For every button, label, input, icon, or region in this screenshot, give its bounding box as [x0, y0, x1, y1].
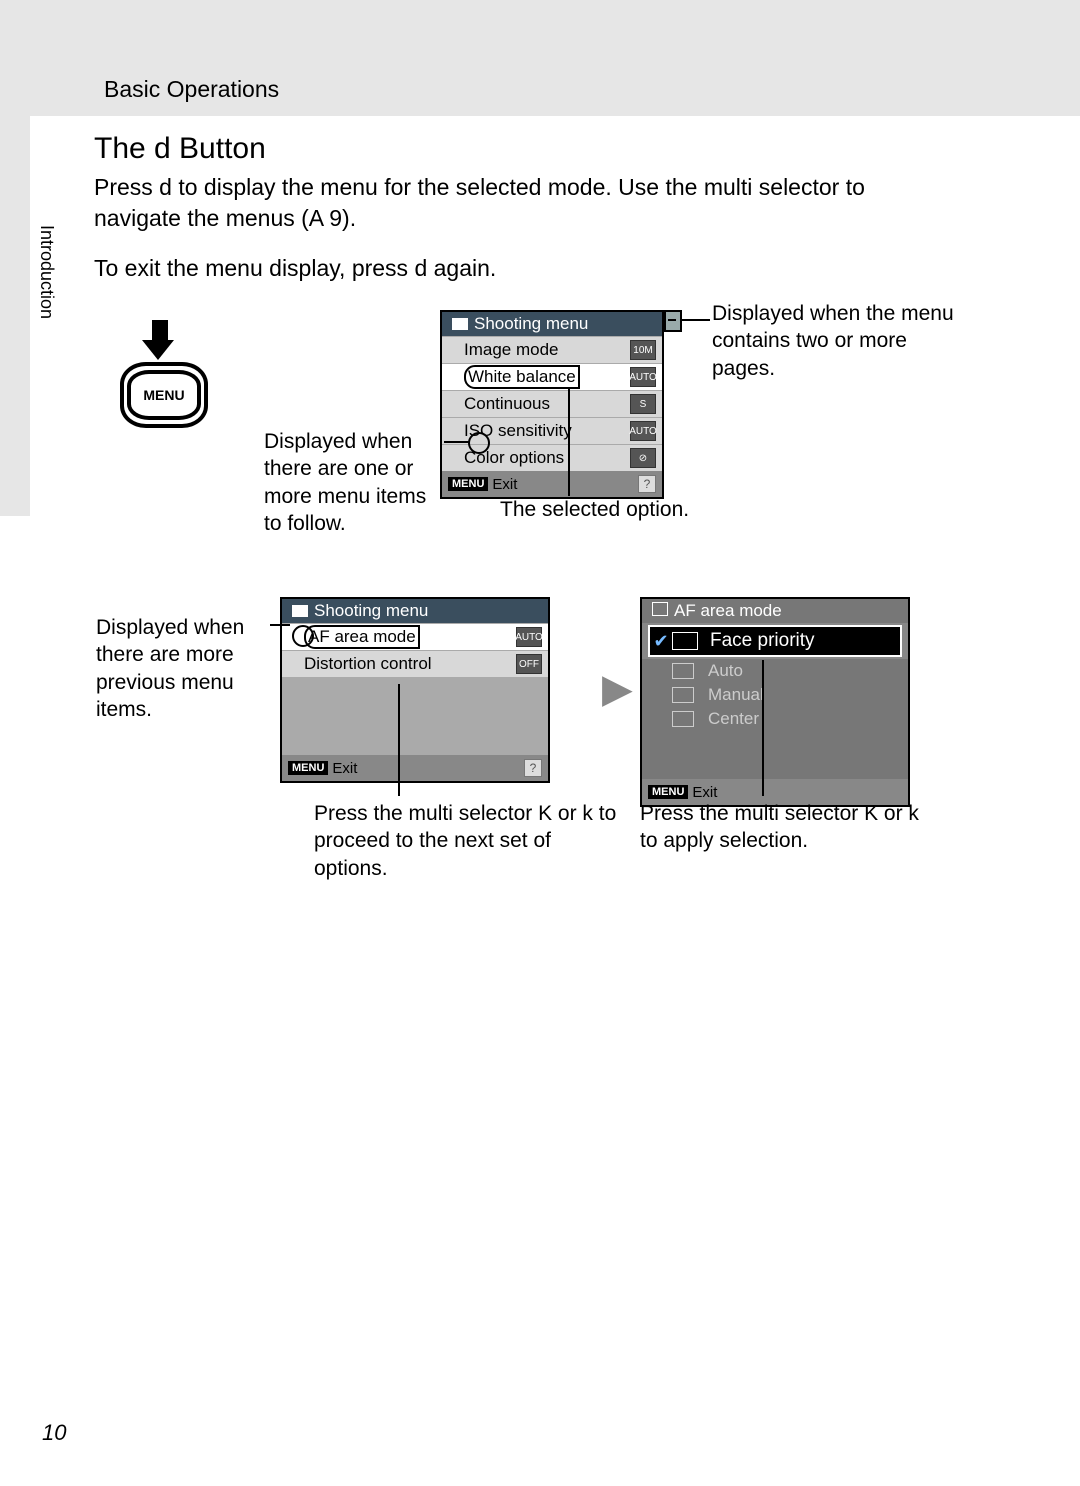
page-title: The d Button	[94, 132, 266, 166]
menu-item-label: White balance	[464, 365, 580, 389]
menu-item-label: Color options	[442, 448, 630, 468]
annotation-pages: Displayed when the menu contains two or …	[712, 300, 972, 382]
option-label: Face priority	[710, 630, 815, 652]
arrow-right-icon: ▶	[602, 666, 633, 712]
lcd2-title: Shooting menu	[282, 599, 548, 623]
menu-item-label: Continuous	[442, 394, 630, 414]
page-indicator-icon	[664, 310, 682, 332]
menu-item-label: Distortion control	[282, 654, 516, 674]
menu-item-badge: ⊘	[630, 448, 656, 468]
af-icon	[652, 602, 668, 616]
menu-item-badge: AUTO	[630, 421, 656, 441]
menu-item: ContinuousS	[442, 390, 662, 417]
callout-line	[444, 441, 470, 443]
lcd-screen-3: AF area mode ✔Face priority Auto Manual …	[640, 597, 910, 807]
intro-paragraph-2: To exit the menu display, press d again.	[94, 255, 934, 282]
camera-icon	[292, 605, 308, 617]
option-row: Center	[642, 707, 908, 731]
menu-item-badge: OFF	[516, 654, 542, 674]
arrow-down-icon	[150, 320, 170, 360]
annotation-selected: The selected option.	[500, 498, 689, 522]
menu-tag-icon: MENU	[648, 785, 688, 799]
menu-item-badge: AUTO	[630, 367, 656, 387]
lcd2-title-text: Shooting menu	[314, 601, 428, 620]
option-selected: ✔ Face priority	[648, 625, 902, 657]
callout-line	[762, 660, 764, 796]
callout-circle	[292, 625, 314, 647]
menu-tag-icon: MENU	[448, 477, 488, 491]
chapter-side-label: Introduction	[36, 225, 57, 319]
menu-button-illustration: MENU	[120, 362, 208, 428]
help-icon: ?	[524, 759, 542, 777]
menu-item-selected: AF area mode AUTO	[282, 623, 548, 650]
section-header: Basic Operations	[104, 76, 279, 103]
menu-item-label: Image mode	[442, 340, 630, 360]
option-row: Auto	[642, 659, 908, 683]
menu-button-label: MENU	[127, 370, 201, 420]
lcd3-title: AF area mode	[642, 599, 908, 623]
option-icon	[672, 687, 694, 703]
annotation-follow: Displayed when there are one or more men…	[264, 428, 444, 537]
annotation-previous: Displayed when there are more previous m…	[96, 614, 276, 723]
menu-tag-icon: MENU	[288, 761, 328, 775]
option-icon	[672, 632, 698, 650]
menu-item-badge: 10M	[630, 340, 656, 360]
exit-label: Exit	[332, 760, 357, 777]
camera-icon	[452, 318, 468, 330]
callout-line	[398, 684, 400, 796]
exit-label: Exit	[492, 476, 517, 493]
help-icon: ?	[638, 475, 656, 493]
annotation-proceed: Press the multi selector K or k to proce…	[314, 800, 624, 882]
callout-line	[680, 319, 710, 321]
option-icon	[672, 663, 694, 679]
option-label: Center	[708, 709, 759, 729]
lcd1-title-text: Shooting menu	[474, 314, 588, 333]
intro-paragraph-1: Press d to display the menu for the sele…	[94, 172, 934, 234]
option-label: Auto	[708, 661, 743, 681]
callout-circle	[468, 432, 490, 454]
menu-item-badge: AUTO	[516, 627, 542, 647]
lcd-screen-2: Shooting menu AF area mode AUTO Distortio…	[280, 597, 550, 783]
menu-item-selected: White balance AUTO	[442, 363, 662, 390]
exit-label: Exit	[692, 784, 717, 801]
lcd-footer: MENU Exit?	[282, 755, 548, 781]
page-number: 10	[42, 1420, 66, 1446]
menu-item: Distortion controlOFF	[282, 650, 548, 677]
menu-item-label: AF area mode	[304, 625, 420, 649]
annotation-apply: Press the multi selector K or k to apply…	[640, 800, 940, 855]
option-row: Manual	[642, 683, 908, 707]
menu-item: Image mode10M	[442, 336, 662, 363]
callout-line	[568, 388, 570, 496]
option-label: Manual	[708, 685, 764, 705]
lcd-screen-1: Shooting menu Image mode10M White balanc…	[440, 310, 664, 499]
lcd-footer: MENU Exit?	[442, 471, 662, 497]
lcd1-title: Shooting menu	[442, 312, 662, 336]
check-icon: ✔	[650, 631, 672, 652]
option-icon	[672, 711, 694, 727]
lcd3-title-text: AF area mode	[674, 601, 782, 620]
menu-item-badge: S	[630, 394, 656, 414]
